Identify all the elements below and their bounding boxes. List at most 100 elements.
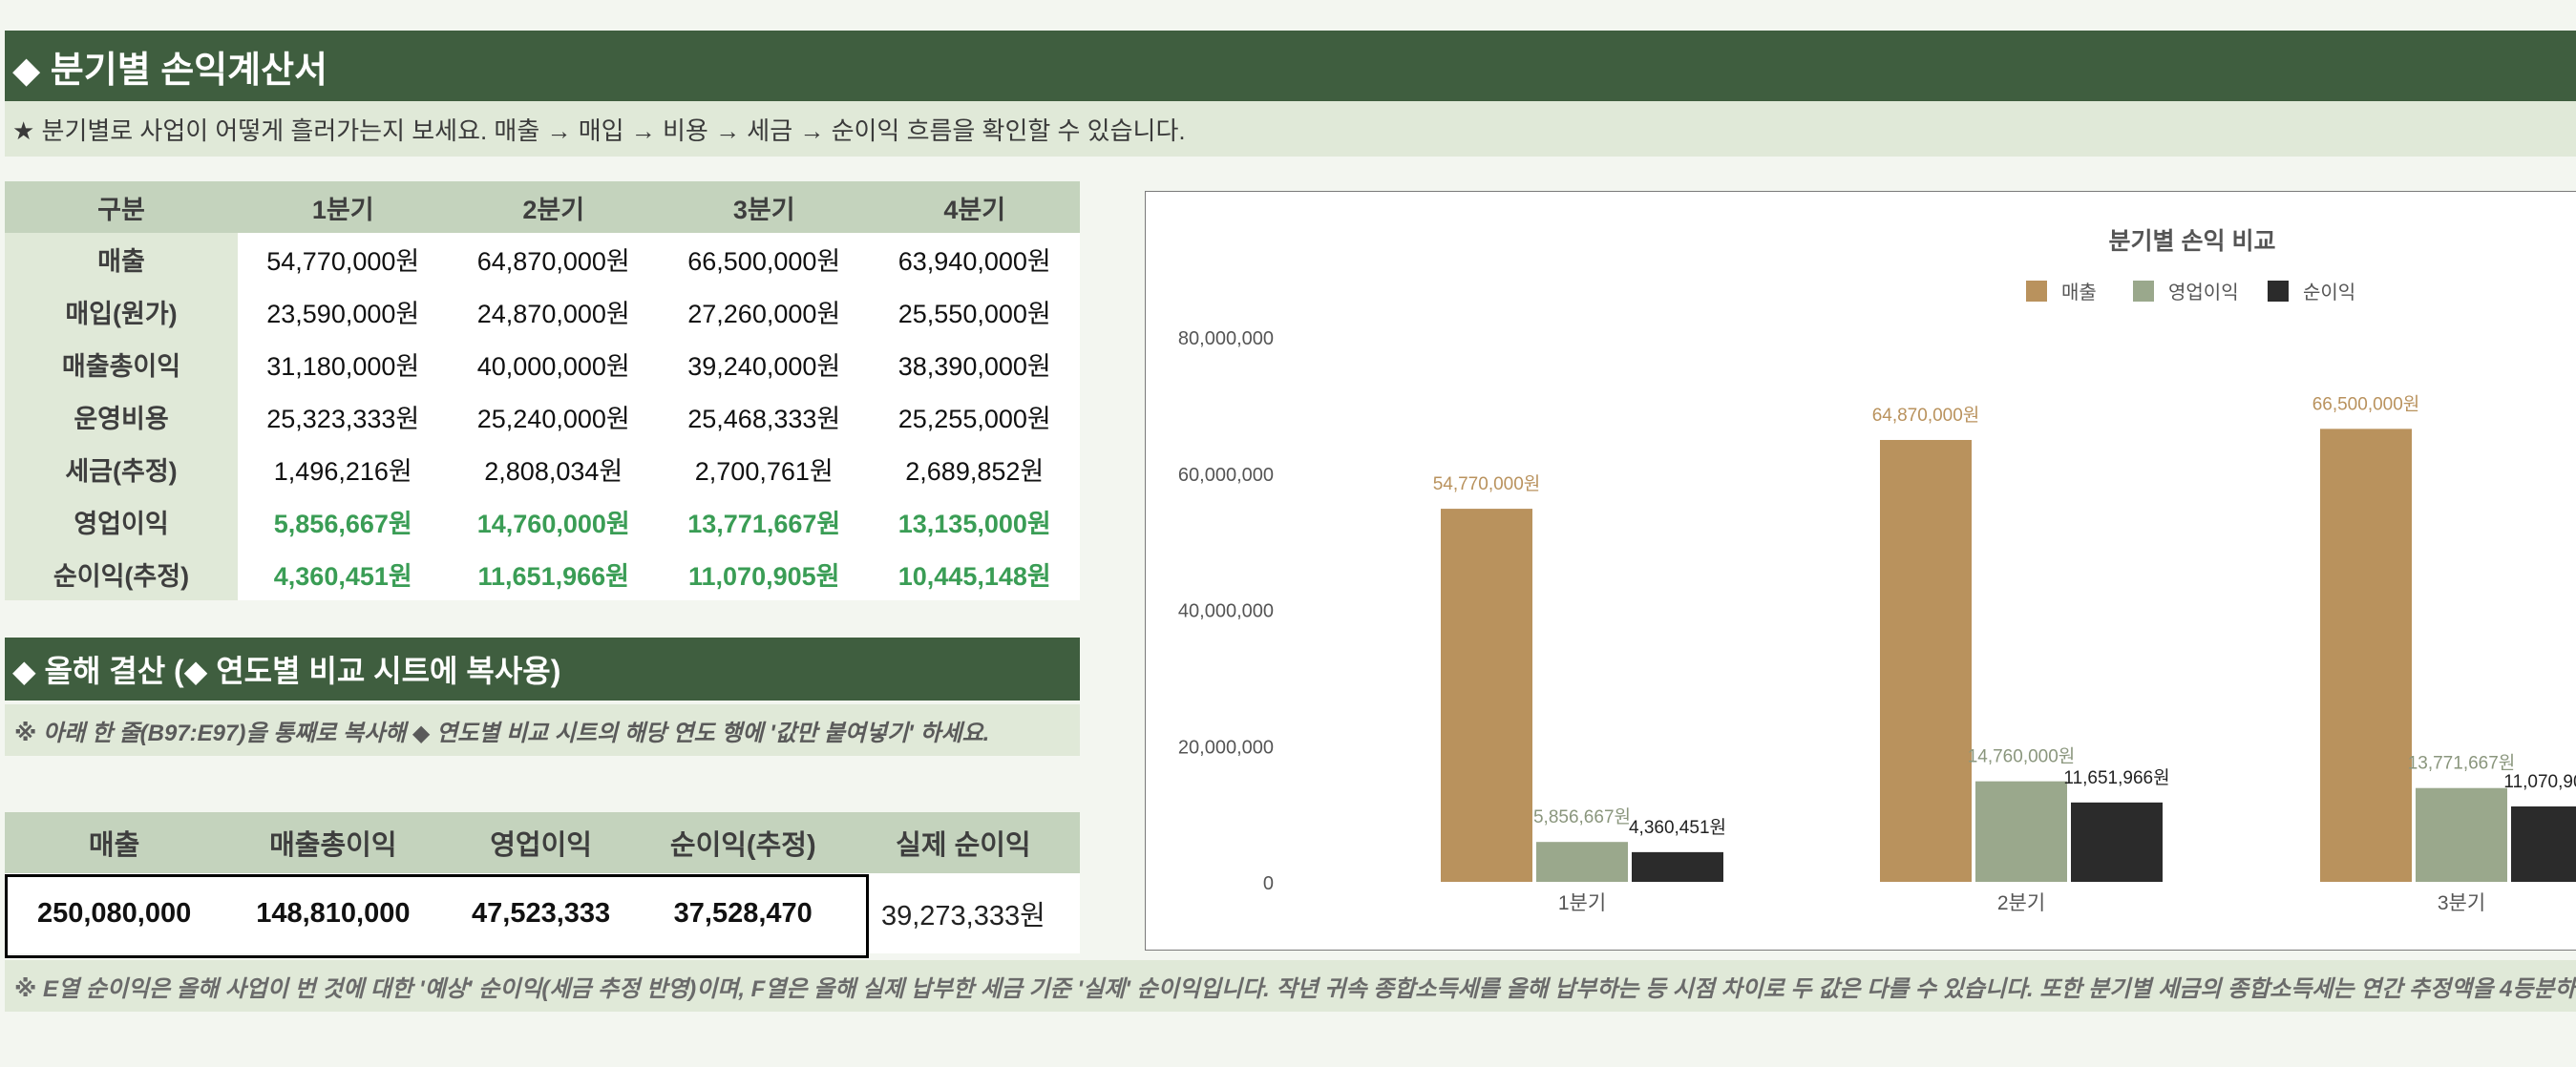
annual-section-title: ◆ 올해 결산 (◆ 연도별 비교 시트에 복사용) [5, 638, 1080, 701]
row-label[interactable]: 매출 [5, 233, 238, 285]
table-cell[interactable]: 24,870,000원 [448, 285, 659, 338]
table-cell[interactable]: 25,255,000원 [869, 390, 1080, 443]
table-cell[interactable]: 38,390,000원 [869, 338, 1080, 390]
y-tick-label: 80,000,000 [1178, 328, 1274, 349]
table-cell[interactable]: 54,770,000원 [238, 233, 449, 285]
chart-svg: 분기별 손익 비교매출 영업이익 순이익 0 20,000,000 40,000,000 6… [1178, 228, 2576, 914]
table-cell[interactable]: 25,550,000원 [869, 285, 1080, 338]
bar-3 [1632, 851, 1723, 882]
bar-2 [1536, 842, 1628, 882]
header-q3[interactable]: 3분기 [659, 181, 870, 233]
page-title: ◆ 분기별 손익계산서 [5, 31, 2576, 101]
annual-operating-profit-cell[interactable]: 47,523,333 [442, 873, 640, 953]
table-cell[interactable]: 11,070,905원 [659, 548, 870, 600]
bar-3 [2511, 805, 2576, 882]
data-label: 11,070,905원 [2503, 771, 2576, 792]
page-subtitle: ★ 분기별로 사업이 어떻게 흘러가는지 보세요. 매출 → 매입 → 비용 →… [5, 101, 2576, 157]
data-label: 11,651,966원 [2063, 767, 2169, 788]
y-tick-label: 40,000,000 [1178, 601, 1274, 622]
table-cell[interactable]: 25,240,000원 [448, 390, 659, 443]
legend-label: 순이익 [2303, 282, 2355, 303]
quarter-table-header: 구분 1분기 2분기 3분기 4분기 [5, 181, 1080, 233]
header-q4[interactable]: 4분기 [869, 181, 1080, 233]
quarter-income-table: 구분 1분기 2분기 3분기 4분기 매출 54,770,000원 64,870… [5, 181, 1080, 600]
table-row-tax: 세금(추정) 1,496,216원 2,808,034원 2,700,761원 … [5, 443, 1080, 495]
chart-title: 분기별 손익 비교 [2109, 228, 2276, 255]
bar-2 [2416, 787, 2507, 882]
x-tick-label: 3분기 [2438, 892, 2485, 914]
table-row-purchase: 매입(원가) 23,590,000원 24,870,000원 27,260,00… [5, 285, 1080, 338]
annual-table-header: 매출 매출총이익 영업이익 순이익(추정) 실제 순이익 [5, 812, 1080, 873]
annual-sales-cell[interactable]: 250,080,000 [5, 873, 224, 953]
annual-gross-profit-cell[interactable]: 148,810,000 [223, 873, 443, 953]
table-row-gross-profit: 매출총이익 31,180,000원 40,000,000원 39,240,000… [5, 338, 1080, 390]
header-operating-profit[interactable]: 영업이익 [442, 812, 640, 873]
bar-2 [1975, 781, 2067, 882]
annual-net-profit-cell[interactable]: 37,528,470 [639, 873, 847, 953]
row-label[interactable]: 매출총이익 [5, 338, 238, 390]
table-cell[interactable]: 25,323,333원 [238, 390, 449, 443]
table-cell[interactable]: 27,260,000원 [659, 285, 870, 338]
table-cell[interactable]: 13,771,667원 [659, 495, 870, 548]
annual-summary-table: 매출 매출총이익 영업이익 순이익(추정) 실제 순이익 250,080,000… [5, 812, 1080, 953]
header-q1[interactable]: 1분기 [238, 181, 449, 233]
legend-label: 매출 [2061, 282, 2097, 303]
annual-actual-net-profit-cell[interactable]: 39,273,333원 [846, 873, 1080, 953]
table-row-operating-profit: 영업이익 5,856,667원 14,760,000원 13,771,667원 … [5, 495, 1080, 548]
table-row-net-profit: 순이익(추정) 4,360,451원 11,651,966원 11,070,90… [5, 548, 1080, 600]
table-cell[interactable]: 14,760,000원 [448, 495, 659, 548]
table-cell[interactable]: 40,000,000원 [448, 338, 659, 390]
data-label: 54,770,000원 [1433, 473, 1541, 494]
table-cell[interactable]: 23,590,000원 [238, 285, 449, 338]
x-tick-label: 2분기 [1997, 892, 2045, 914]
footnote: ※ E열 순이익은 올해 사업이 번 것에 대한 '예상' 순이익(세금 추정 … [5, 960, 2576, 1012]
header-sales[interactable]: 매출 [5, 812, 224, 873]
table-cell[interactable]: 13,135,000원 [869, 495, 1080, 548]
x-tick-label: 1분기 [1558, 892, 1606, 914]
data-label: 4,360,451원 [1629, 817, 1726, 838]
table-cell[interactable]: 64,870,000원 [448, 233, 659, 285]
bar-1 [1880, 439, 1972, 882]
annual-table-row: 250,080,000 148,810,000 47,523,333 37,52… [5, 873, 1080, 953]
y-tick-label: 20,000,000 [1178, 737, 1274, 758]
legend-label: 영업이익 [2168, 282, 2239, 303]
table-cell[interactable]: 31,180,000원 [238, 338, 449, 390]
table-cell[interactable]: 5,856,667원 [238, 495, 449, 548]
row-label[interactable]: 매입(원가) [5, 285, 238, 338]
table-row-operating-cost: 운영비용 25,323,333원 25,240,000원 25,468,333원… [5, 390, 1080, 443]
table-cell[interactable]: 2,700,761원 [659, 443, 870, 495]
data-label: 64,870,000원 [1872, 405, 1980, 426]
annual-section-note: ※ 아래 한 줄(B97:E97)을 통째로 복사해 ◆ 연도별 비교 시트의 … [5, 704, 1080, 756]
table-cell[interactable]: 2,689,852원 [869, 443, 1080, 495]
quarterly-profit-chart[interactable]: 분기별 손익 비교매출 영업이익 순이익 0 20,000,000 40,000,000 6… [1145, 191, 2576, 951]
data-label: 14,760,000원 [1968, 746, 2076, 767]
row-label[interactable]: 운영비용 [5, 390, 238, 443]
bar-1 [2320, 429, 2412, 882]
header-net-profit[interactable]: 순이익(추정) [639, 812, 847, 873]
bar-3 [2071, 802, 2163, 882]
table-cell[interactable]: 1,496,216원 [238, 443, 449, 495]
y-tick-label: 0 [1263, 873, 1274, 894]
data-label: 66,500,000원 [2312, 393, 2420, 414]
header-category[interactable]: 구분 [5, 181, 238, 233]
row-label[interactable]: 세금(추정) [5, 443, 238, 495]
row-label[interactable]: 영업이익 [5, 495, 238, 548]
data-label: 5,856,667원 [1533, 806, 1631, 827]
header-actual-net-profit[interactable]: 실제 순이익 [846, 812, 1080, 873]
table-row-sales: 매출 54,770,000원 64,870,000원 66,500,000원 6… [5, 233, 1080, 285]
data-label: 13,771,667원 [2408, 753, 2516, 774]
legend-swatch [2268, 281, 2289, 302]
bar-1 [1441, 509, 1532, 882]
header-gross-profit[interactable]: 매출총이익 [223, 812, 443, 873]
table-cell[interactable]: 10,445,148원 [869, 548, 1080, 600]
row-label[interactable]: 순이익(추정) [5, 548, 238, 600]
table-cell[interactable]: 66,500,000원 [659, 233, 870, 285]
table-cell[interactable]: 63,940,000원 [869, 233, 1080, 285]
legend-swatch [2026, 281, 2047, 302]
table-cell[interactable]: 2,808,034원 [448, 443, 659, 495]
table-cell[interactable]: 11,651,966원 [448, 548, 659, 600]
table-cell[interactable]: 4,360,451원 [238, 548, 449, 600]
table-cell[interactable]: 39,240,000원 [659, 338, 870, 390]
header-q2[interactable]: 2분기 [448, 181, 659, 233]
table-cell[interactable]: 25,468,333원 [659, 390, 870, 443]
